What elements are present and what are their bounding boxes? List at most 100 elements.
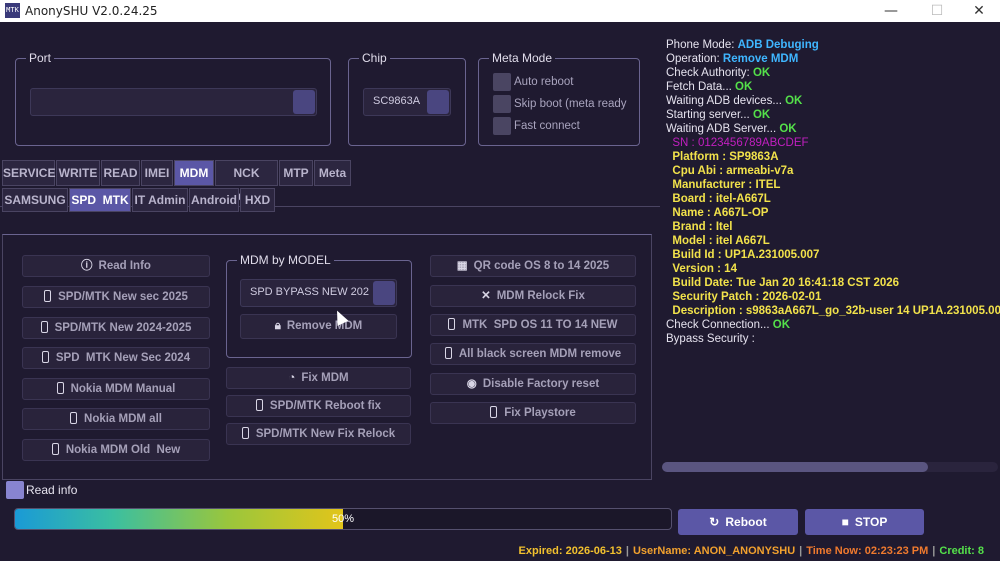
checkbox-label: Auto reboot bbox=[514, 76, 574, 88]
button-label: Read Info bbox=[98, 260, 151, 272]
log-segment: Bypass Security : bbox=[666, 333, 759, 345]
subtab-hxd[interactable]: HXD bbox=[240, 188, 275, 212]
button-label: SPD/MTK New sec 2025 bbox=[58, 291, 188, 303]
nokia-mdm-manual-button[interactable]: Nokia MDM Manual bbox=[22, 378, 210, 400]
log-segment: itel-A667L bbox=[715, 193, 771, 205]
disable-icon: ◉ bbox=[466, 378, 477, 390]
all-black-screen-mdm-remove-button[interactable]: All black screen MDM remove bbox=[430, 343, 636, 365]
tab-read[interactable]: READ bbox=[101, 160, 140, 186]
subtab-spd-mtk[interactable]: SPD MTK bbox=[69, 188, 131, 212]
log-line: Brand : Itel bbox=[666, 220, 732, 234]
lock-icon: 🔒︎ bbox=[274, 320, 281, 332]
phone-icon bbox=[490, 406, 498, 418]
tab-imei[interactable]: IMEI bbox=[141, 160, 173, 186]
fix-mdm-button[interactable]: ◔ Fix MDM bbox=[226, 367, 411, 389]
button-label: MDM Relock Fix bbox=[496, 290, 585, 302]
checkbox-label: Skip boot (meta ready bbox=[514, 98, 627, 110]
model-select[interactable]: SPD BYPASS NEW 202 bbox=[240, 279, 397, 307]
log-segment: Remove MDM bbox=[722, 53, 799, 65]
model-value: SPD BYPASS NEW 202 bbox=[250, 286, 370, 298]
button-label: Disable Factory reset bbox=[482, 378, 600, 390]
log-line: Model : itel A667L bbox=[666, 234, 770, 248]
log-horizontal-scrollbar[interactable] bbox=[662, 462, 998, 472]
model-dropdown-button[interactable] bbox=[373, 281, 395, 305]
port-select[interactable] bbox=[30, 88, 317, 116]
tab-service[interactable]: SERVICE bbox=[2, 160, 55, 186]
mdm-by-model-group: MDM by MODEL SPD BYPASS NEW 202 🔒︎ Remove… bbox=[226, 253, 412, 358]
window-title: AnonySHU V2.0.24.25 bbox=[25, 4, 158, 18]
log-line: Manufacturer : ITEL bbox=[666, 178, 780, 192]
phone-icon bbox=[255, 399, 263, 411]
log-segment: itel A667L bbox=[715, 235, 770, 247]
maximize-button[interactable]: ☐ bbox=[914, 1, 960, 21]
app-logo-icon: MTK bbox=[5, 3, 20, 18]
chip-label: Chip bbox=[359, 51, 390, 65]
mdm-by-model-label: MDM by MODEL bbox=[237, 253, 334, 267]
chip-select[interactable]: SC9863A bbox=[363, 88, 451, 116]
reboot-button[interactable]: ↻ Reboot bbox=[678, 509, 798, 535]
log-segment: ADB Debuging bbox=[737, 39, 819, 51]
button-label: Nokia MDM Old New bbox=[65, 444, 181, 456]
remove-mdm-button[interactable]: 🔒︎ Remove MDM bbox=[240, 314, 397, 339]
tab-write[interactable]: WRITE bbox=[56, 160, 100, 186]
log-segment: Build Date: bbox=[666, 277, 737, 289]
credit: Credit: 8 bbox=[939, 545, 984, 557]
read-info-button[interactable]: ⓘ Read Info bbox=[22, 255, 210, 277]
nokia-mdm-old-new-button[interactable]: Nokia MDM Old New bbox=[22, 439, 210, 461]
tools-icon: ✕ bbox=[481, 290, 491, 302]
checkbox-box[interactable] bbox=[493, 73, 511, 91]
separator: | bbox=[932, 545, 936, 557]
spd-mtk-new-sec-2025-button[interactable]: SPD/MTK New sec 2025 bbox=[22, 286, 210, 308]
status-bar: Expired: 2026-06-13 | UserName: ANON_ANONY… bbox=[0, 542, 1000, 561]
qr-code-os-8-14-button[interactable]: ▦ QR code OS 8 to 14 2025 bbox=[430, 255, 636, 277]
spd-mtk-new-fix-relock-button[interactable]: SPD/MTK New Fix Relock bbox=[226, 423, 411, 445]
button-label: Nokia MDM all bbox=[84, 413, 162, 425]
phone-icon bbox=[44, 290, 52, 302]
minimize-button[interactable]: — bbox=[868, 1, 914, 21]
nokia-mdm-all-button[interactable]: Nokia MDM all bbox=[22, 408, 210, 430]
disable-factory-reset-button[interactable]: ◉ Disable Factory reset bbox=[430, 373, 636, 395]
tab-mdm[interactable]: MDM bbox=[174, 160, 214, 186]
log-line: Starting server... OK bbox=[666, 108, 770, 122]
log-segment: Security Patch : bbox=[666, 291, 763, 303]
auto-reboot-checkbox[interactable]: Auto reboot bbox=[493, 73, 633, 91]
phone-icon bbox=[444, 347, 452, 359]
port-dropdown-button[interactable] bbox=[293, 90, 315, 114]
log-line: Board : itel-A667L bbox=[666, 192, 771, 206]
chip-dropdown-button[interactable] bbox=[427, 90, 449, 114]
spd-mtk-reboot-fix-button[interactable]: SPD/MTK Reboot fix bbox=[226, 395, 411, 417]
fix-playstore-button[interactable]: Fix Playstore bbox=[430, 402, 636, 424]
log-segment: Platform : bbox=[666, 151, 730, 163]
spd-mtk-new-sec-2024-button[interactable]: SPD MTK New Sec 2024 bbox=[22, 347, 210, 369]
meta-mode-group: Meta Mode Auto reboot Skip boot (meta re… bbox=[478, 51, 640, 146]
fast-connect-checkbox[interactable]: Fast connect bbox=[493, 117, 633, 135]
log-line: Security Patch : 2026-02-01 bbox=[666, 290, 821, 304]
tab-nck-code[interactable]: NCK CODE bbox=[215, 160, 278, 204]
tab-mtp[interactable]: MTP bbox=[279, 160, 313, 186]
log-segment: Name : bbox=[666, 207, 714, 219]
log-segment: 14 bbox=[724, 263, 737, 275]
scrollbar-thumb[interactable] bbox=[662, 462, 928, 472]
mtk-spd-os-11-14-button[interactable]: MTK SPD OS 11 TO 14 NEW bbox=[430, 314, 636, 336]
log-line: Waiting ADB Server... OK bbox=[666, 122, 797, 136]
checkbox-label: Fast connect bbox=[514, 120, 580, 132]
skip-boot-checkbox[interactable]: Skip boot (meta ready bbox=[493, 95, 633, 113]
subtab-android[interactable]: Android bbox=[189, 188, 239, 212]
tab-meta[interactable]: Meta bbox=[314, 160, 351, 186]
checkbox-box[interactable] bbox=[493, 95, 511, 113]
spd-mtk-new-2024-2025-button[interactable]: SPD/MTK New 2024-2025 bbox=[22, 317, 210, 339]
time-now: Time Now: 02:23:23 PM bbox=[806, 545, 929, 557]
expiry-date: Expired: 2026-06-13 bbox=[518, 545, 622, 557]
subtab-samsung[interactable]: SAMSUNG bbox=[2, 188, 68, 212]
checkbox-box[interactable] bbox=[6, 481, 24, 499]
log-segment: OK bbox=[785, 95, 803, 107]
close-button[interactable]: ✕ bbox=[956, 1, 1000, 21]
mdm-relock-fix-button[interactable]: ✕ MDM Relock Fix bbox=[430, 285, 636, 307]
subtab-it-admin[interactable]: IT Admin bbox=[132, 188, 188, 212]
username: UserName: ANON_ANONYSHU bbox=[632, 545, 796, 557]
log-line: SN : 0123456789ABCDEF bbox=[666, 136, 808, 150]
checkbox-box[interactable] bbox=[493, 117, 511, 135]
stop-button[interactable]: ■ STOP bbox=[805, 509, 924, 535]
log-line: Fetch Data... OK bbox=[666, 80, 752, 94]
button-label: SPD/MTK Reboot fix bbox=[269, 400, 382, 412]
